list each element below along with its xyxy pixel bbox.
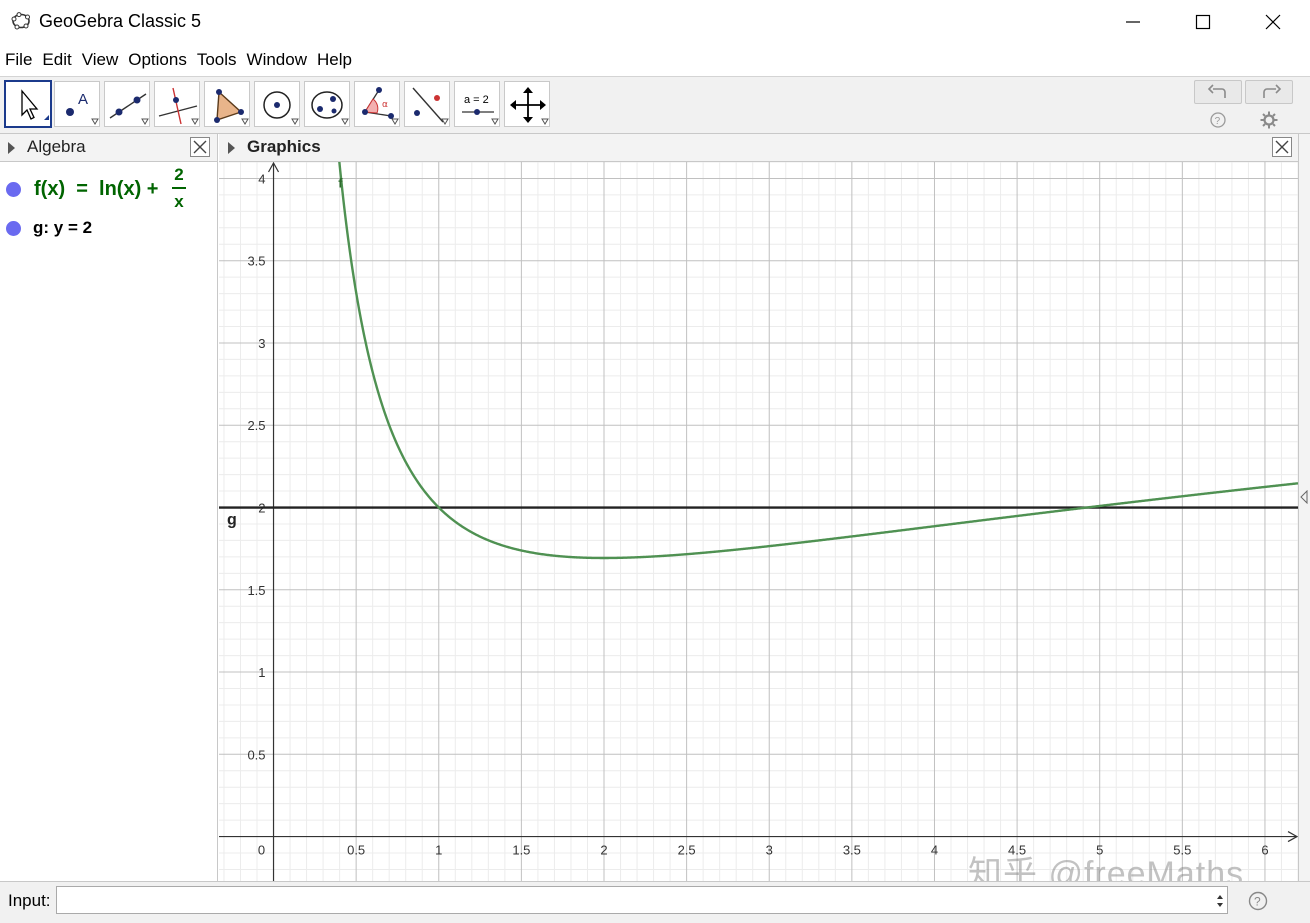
input-history-arrows-icon[interactable] xyxy=(1214,891,1226,911)
perpendicular-icon xyxy=(158,87,199,125)
move-graphics-view-tool-button[interactable] xyxy=(504,81,550,127)
move-cross-icon xyxy=(510,87,549,125)
y-tick-label: 1.5 xyxy=(247,583,265,598)
algebra-view-title: Algebra xyxy=(27,137,86,156)
close-icon xyxy=(193,140,207,154)
help-icon[interactable]: ? xyxy=(1209,111,1227,129)
svg-text:?: ? xyxy=(1254,895,1261,909)
minimize-icon xyxy=(1126,21,1140,23)
perpendicular-line-tool-button[interactable] xyxy=(154,81,200,127)
x-tick-label: 0.5 xyxy=(347,843,365,858)
graphics-view-header xyxy=(219,134,1298,162)
menu-edit[interactable]: Edit xyxy=(37,44,76,76)
reflect-icon xyxy=(412,87,449,125)
input-help-icon[interactable]: ? xyxy=(1247,890,1269,912)
svg-text:?: ? xyxy=(1215,116,1221,127)
menu-window[interactable]: Window xyxy=(242,44,312,76)
y-tick-label: 2.5 xyxy=(247,418,265,433)
fraction-numerator: 2 xyxy=(174,165,184,184)
close-algebra-view-button[interactable] xyxy=(190,137,210,157)
angle-icon: α xyxy=(362,87,399,125)
collapse-triangle-icon[interactable] xyxy=(226,141,236,155)
expand-panel-triangle-icon[interactable] xyxy=(1299,490,1309,504)
menu-help[interactable]: Help xyxy=(312,44,357,76)
menu-options[interactable]: Options xyxy=(123,44,192,76)
algebra-item-f[interactable]: f(x) = ln(x) + xyxy=(34,178,164,201)
svg-text:A: A xyxy=(78,91,88,108)
y-tick-label: 4 xyxy=(258,171,265,186)
x-tick-label: 1.5 xyxy=(512,843,530,858)
close-icon xyxy=(1275,140,1289,154)
geogebra-logo-icon xyxy=(11,12,30,30)
x-tick-label: 4 xyxy=(931,843,938,858)
visibility-toggle-g[interactable] xyxy=(6,221,21,236)
x-tick-label: 0 xyxy=(258,843,265,858)
circle-tool-button[interactable] xyxy=(254,81,300,127)
svg-text:α: α xyxy=(382,100,388,110)
point-tool-button[interactable]: A xyxy=(54,81,100,127)
undo-icon xyxy=(1207,84,1226,98)
y-tick-label: 0.5 xyxy=(247,747,265,762)
fraction-denominator: x xyxy=(174,192,184,211)
visibility-toggle-f[interactable] xyxy=(6,182,21,197)
close-window-button[interactable] xyxy=(1238,0,1308,44)
x-tick-label: 3 xyxy=(766,843,773,858)
y-tick-label: 3.5 xyxy=(247,254,265,269)
y-tick-label: 1 xyxy=(258,665,265,680)
x-tick-label: 2 xyxy=(600,843,607,858)
graphics-view[interactable]: 00.511.522.533.544.555.560.511.522.533.5… xyxy=(219,162,1298,881)
polygon-icon xyxy=(214,89,249,125)
slider-icon: a = 2 xyxy=(462,94,499,125)
slider-tool-button[interactable]: a = 2 xyxy=(454,81,500,127)
redo-icon xyxy=(1263,84,1282,98)
maximize-button[interactable] xyxy=(1168,0,1238,44)
menu-bar: File Edit View Options Tools Window Help xyxy=(0,44,1310,76)
ellipse-icon xyxy=(311,91,349,125)
input-label: Input: xyxy=(8,891,51,910)
undo-button[interactable] xyxy=(1194,80,1242,104)
point-icon: A xyxy=(66,91,99,125)
x-tick-label: 2.5 xyxy=(678,843,696,858)
function-definition: f(x) = ln(x) + xyxy=(34,178,165,200)
fraction-bar xyxy=(172,187,186,189)
window-title: GeoGebra Classic 5 xyxy=(39,11,202,31)
label-f: f xyxy=(338,176,343,191)
menu-tools[interactable]: Tools xyxy=(192,44,242,76)
x-tick-label: 6 xyxy=(1261,843,1268,858)
gear-icon[interactable] xyxy=(1259,110,1279,130)
circle-icon xyxy=(263,91,299,125)
algebra-item-g[interactable]: g: y = 2 xyxy=(33,218,92,238)
label-g: g xyxy=(227,512,237,529)
angle-tool-button[interactable]: α xyxy=(354,81,400,127)
graphics-view-title: Graphics xyxy=(247,137,321,156)
x-tick-label: 3.5 xyxy=(843,843,861,858)
move-arrow-icon xyxy=(21,89,49,120)
x-tick-label: 1 xyxy=(435,843,442,858)
reflect-tool-button[interactable] xyxy=(404,81,450,127)
function-plot[interactable]: 00.511.522.533.544.555.560.511.522.533.5… xyxy=(219,162,1298,881)
graphics-side-strip xyxy=(1298,134,1310,881)
ellipse-tool-button[interactable] xyxy=(304,81,350,127)
line-tool-button[interactable] xyxy=(104,81,150,127)
polygon-tool-button[interactable] xyxy=(204,81,250,127)
menu-file[interactable]: File xyxy=(0,44,37,76)
collapse-triangle-icon[interactable] xyxy=(6,141,16,155)
menu-view[interactable]: View xyxy=(77,44,124,76)
slider-tool-label: a = 2 xyxy=(464,94,489,106)
curve-f xyxy=(338,162,1298,560)
maximize-icon xyxy=(1195,14,1211,30)
y-tick-label: 3 xyxy=(258,336,265,351)
minimize-button[interactable] xyxy=(1098,0,1168,44)
close-icon xyxy=(1265,14,1281,30)
redo-button[interactable] xyxy=(1245,80,1293,104)
close-graphics-view-button[interactable] xyxy=(1272,137,1292,157)
move-tool-button[interactable] xyxy=(4,80,52,128)
input-field[interactable] xyxy=(56,886,1228,914)
algebra-view xyxy=(0,162,218,881)
line-icon xyxy=(109,93,149,125)
